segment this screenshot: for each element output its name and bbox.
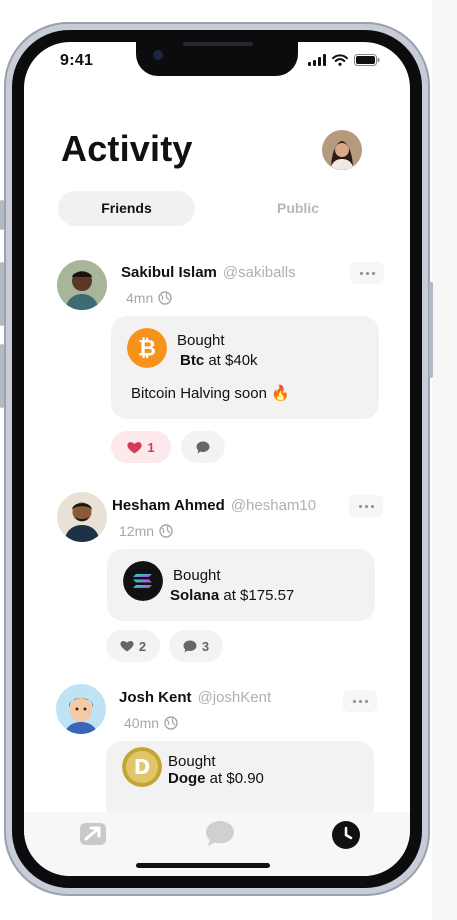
- post-meta: 12mn: [119, 523, 173, 539]
- trade-price: at $0.90: [209, 770, 264, 787]
- asset-name: Btc: [180, 352, 205, 369]
- profile-avatar[interactable]: [322, 130, 362, 170]
- page-title: Activity: [61, 128, 193, 169]
- user-handle[interactable]: @joshKent: [198, 689, 272, 706]
- note-text: Bitcoin Halving soon: [131, 385, 267, 402]
- like-button[interactable]: 1: [111, 431, 171, 463]
- post-note: Bitcoin Halving soon 🔥: [131, 384, 290, 402]
- globe-icon: [159, 524, 173, 538]
- user-handle[interactable]: @hesham10: [231, 497, 316, 514]
- comment-icon: [196, 441, 210, 453]
- trade-price: at $40k: [208, 352, 258, 369]
- more-icon: [352, 699, 356, 703]
- more-button[interactable]: [349, 495, 383, 517]
- camera: [153, 50, 163, 60]
- post-time: 4mn: [126, 290, 154, 306]
- globe-icon: [164, 716, 178, 730]
- trade-action: Bought: [168, 753, 216, 770]
- post-time: 12mn: [119, 523, 155, 539]
- svg-text:D: D: [134, 755, 151, 779]
- post-meta: 40mn: [124, 715, 178, 731]
- trade-action: Bought: [173, 567, 221, 584]
- trade-detail: Btc at $40k: [180, 352, 258, 369]
- background-strip: [432, 0, 457, 920]
- comment-button[interactable]: 3: [169, 630, 223, 662]
- solana-icon: [123, 561, 163, 601]
- trade-detail: Doge at $0.90: [168, 770, 264, 787]
- side-button-left: [0, 262, 4, 326]
- more-button[interactable]: [350, 262, 384, 284]
- trade-action: Bought: [177, 332, 225, 349]
- asset-name: Solana: [170, 587, 220, 604]
- svg-text:₿: ₿: [138, 337, 156, 362]
- post-meta: 4mn: [126, 290, 172, 306]
- trade-card[interactable]: ₿ Bought Btc at $40k Bitcoin Halving soo…: [111, 316, 379, 419]
- heart-icon: [127, 441, 142, 453]
- notch: [136, 42, 298, 76]
- battery-icon: [354, 54, 380, 66]
- avatar[interactable]: [57, 260, 107, 310]
- speaker: [183, 42, 253, 46]
- app-screen: 9:41 Activity Friends Public Sakibul Isl…: [24, 42, 410, 876]
- chat-icon[interactable]: [205, 820, 235, 848]
- asset-name: Doge: [168, 770, 206, 787]
- tab-friends[interactable]: Friends: [58, 191, 195, 226]
- comment-button[interactable]: [181, 431, 225, 463]
- trade-card[interactable]: D Bought Doge at $0.90: [106, 741, 374, 821]
- like-button[interactable]: 2: [106, 630, 160, 662]
- side-button-left: [0, 344, 4, 408]
- status-icons: [308, 54, 380, 66]
- more-icon: [358, 504, 362, 508]
- comment-count: 3: [201, 638, 210, 654]
- post-time: 40mn: [124, 715, 160, 731]
- more-icon: [359, 271, 363, 275]
- wifi-icon: [332, 54, 348, 66]
- user-handle[interactable]: @sakiballs: [223, 264, 296, 281]
- like-count: 2: [138, 638, 147, 654]
- user-name[interactable]: Sakibul Islam: [121, 264, 217, 281]
- status-time: 9:41: [60, 52, 94, 69]
- tab-public[interactable]: Public: [218, 191, 378, 226]
- heart-icon: [120, 641, 134, 652]
- user-name[interactable]: Hesham Ahmed: [112, 497, 225, 514]
- globe-icon: [158, 291, 172, 305]
- feed-item-header: Sakibul Islam @sakiballs: [121, 264, 296, 281]
- feed-item-header: Hesham Ahmed @hesham10: [112, 497, 316, 514]
- like-count: 1: [147, 439, 155, 455]
- side-button-left: [0, 200, 4, 230]
- fire-icon: 🔥: [271, 385, 290, 402]
- signal-icon: [308, 54, 326, 66]
- user-name[interactable]: Josh Kent: [119, 689, 192, 706]
- more-button[interactable]: [343, 690, 377, 712]
- bitcoin-icon: ₿: [127, 328, 167, 368]
- trade-price: at $175.57: [223, 587, 295, 604]
- feed-tabs: Friends Public: [58, 191, 378, 226]
- dogecoin-icon: D: [122, 747, 162, 787]
- avatar[interactable]: [57, 492, 107, 542]
- clock-icon[interactable]: [331, 820, 361, 850]
- trade-icon[interactable]: [79, 822, 107, 846]
- trade-card[interactable]: Bought Solana at $175.57: [107, 549, 375, 621]
- home-indicator[interactable]: [136, 863, 270, 868]
- avatar[interactable]: [56, 684, 106, 734]
- side-button-right: [429, 282, 433, 378]
- feed-item-header: Josh Kent @joshKent: [119, 689, 271, 706]
- comment-icon: [183, 640, 197, 652]
- trade-detail: Solana at $175.57: [170, 587, 294, 604]
